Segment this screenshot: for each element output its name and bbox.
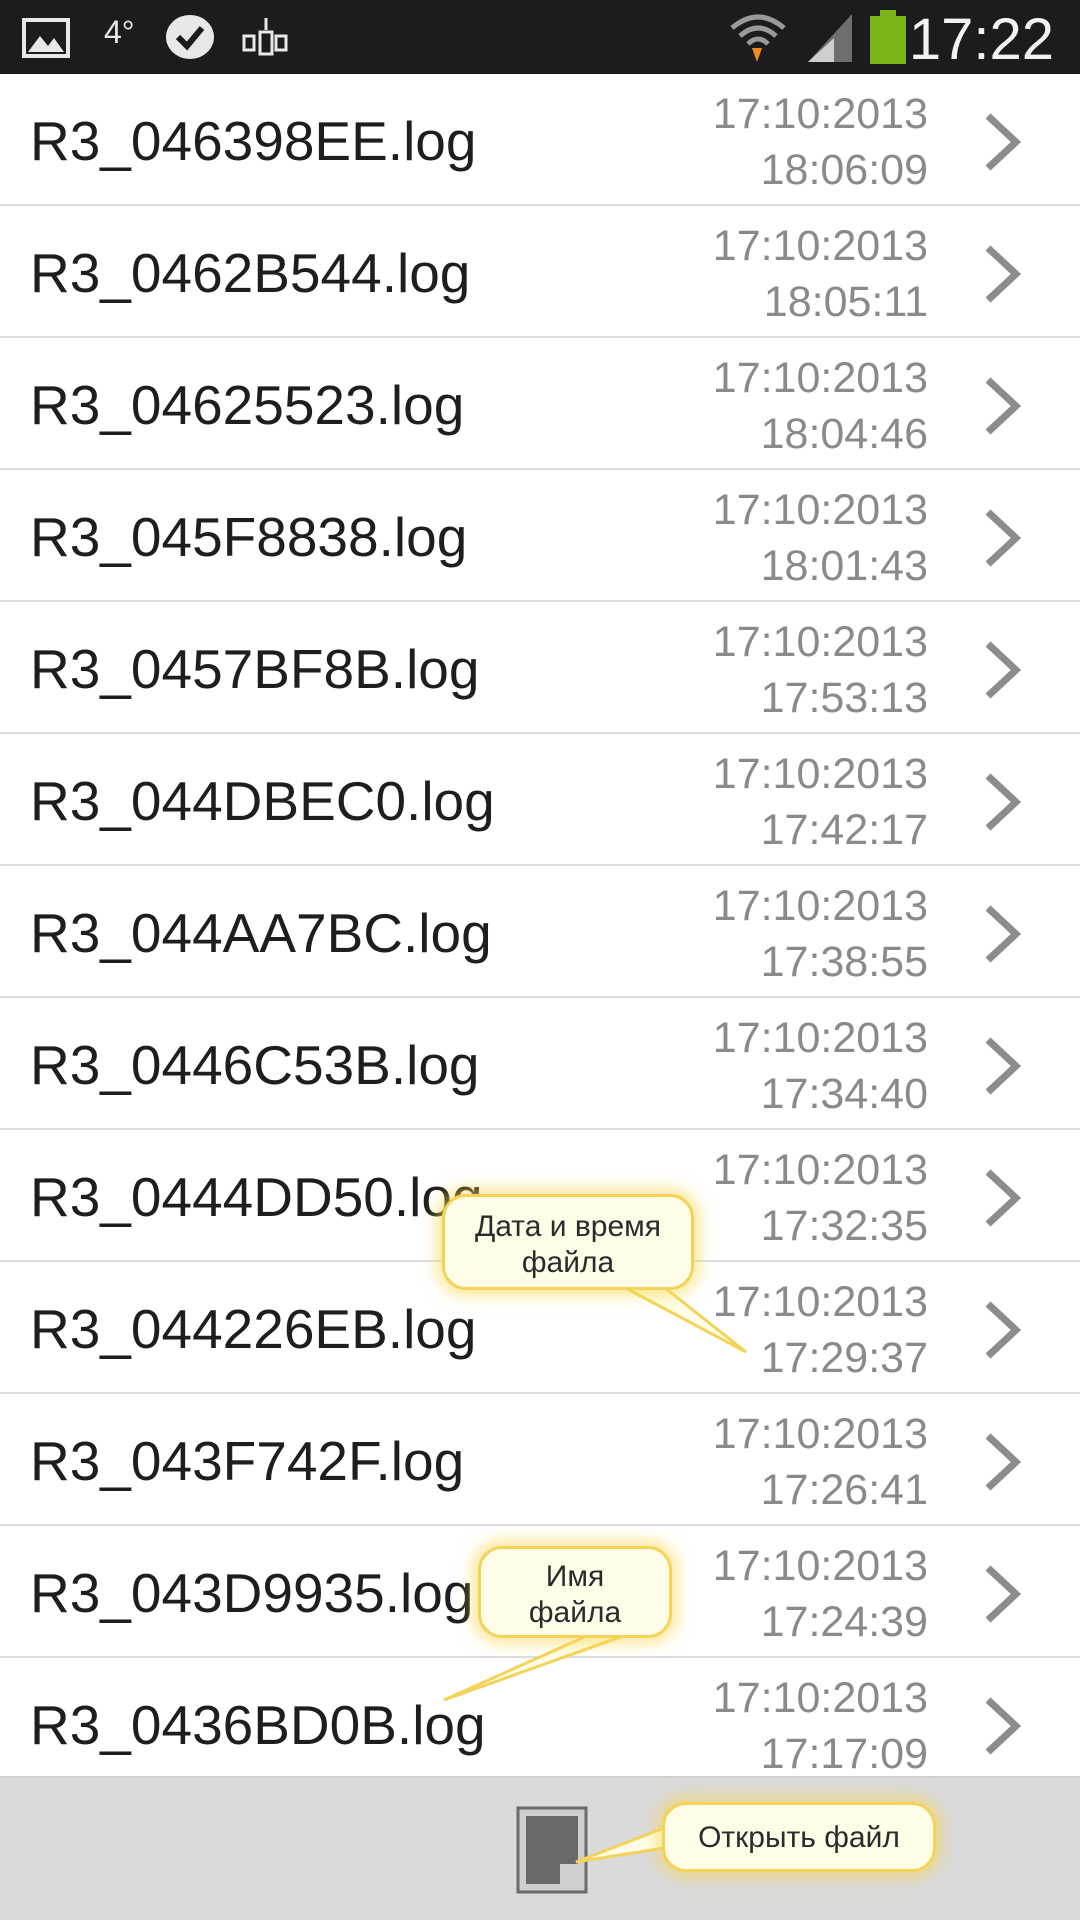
battery-icon [870,10,906,64]
filename-callout: Имя файла [478,1546,672,1638]
check-icon [166,15,214,59]
file-date: 17:10:2013 [712,486,928,534]
chevron-right-icon [985,509,1022,567]
status-bar: 4° 17:22 [0,0,1080,74]
file-row[interactable]: R3_0446C53B.log 17:10:2013 17:34:40 [0,998,1080,1130]
file-time: 17:42:17 [760,806,928,854]
file-row[interactable]: R3_045F8838.log 17:10:2013 18:01:43 [0,470,1080,602]
callout-text: Имя [545,1560,605,1593]
service-icon [242,18,288,56]
file-name: R3_0462B544.log [30,242,471,304]
open-file-button[interactable] [516,1806,588,1894]
file-datetime: 17:10:2013 18:01:43 [713,482,928,594]
file-datetime: 17:10:2013 17:17:09 [713,1670,928,1782]
file-datetime: 17:10:2013 18:04:46 [713,350,928,462]
file-list: R3_046398EE.log 17:10:2013 18:06:09 R3_0462… [0,74,1080,1790]
file-time: 17:17:09 [760,1730,928,1778]
file-row[interactable]: R3_046398EE.log 17:10:2013 18:06:09 [0,74,1080,206]
chevron-right-icon [985,1169,1022,1227]
file-name: R3_04625523.log [30,374,465,436]
file-time: 17:29:37 [760,1334,928,1382]
file-time: 17:53:13 [760,674,928,722]
file-time: 18:04:46 [760,410,928,458]
file-name: R3_045F8838.log [30,506,468,568]
file-row[interactable]: R3_043F742F.log 17:10:2013 17:26:41 [0,1394,1080,1526]
image-icon [22,18,70,58]
file-row[interactable]: R3_0462B544.log 17:10:2013 18:05:11 [0,206,1080,338]
chevron-right-icon [985,641,1022,699]
file-datetime: 17:10:2013 17:29:37 [713,1274,928,1386]
file-date: 17:10:2013 [712,1410,928,1458]
file-time: 17:24:39 [760,1598,928,1646]
file-row[interactable]: R3_044AA7BC.log 17:10:2013 17:38:55 [0,866,1080,998]
file-time: 17:38:55 [760,938,928,986]
status-clock: 17:22 [908,7,1054,72]
file-date: 17:10:2013 [712,1278,928,1326]
chevron-right-icon [985,773,1022,831]
file-datetime: 17:10:2013 17:34:40 [713,1010,928,1122]
file-name: R3_044AA7BC.log [30,902,492,964]
file-datetime: 17:10:2013 18:06:09 [713,86,928,198]
file-time: 18:01:43 [760,542,928,590]
datetime-callout: Дата и время файла [442,1194,694,1290]
file-row[interactable]: R3_044DBEC0.log 17:10:2013 17:42:17 [0,734,1080,866]
file-date: 17:10:2013 [712,222,928,270]
file-date: 17:10:2013 [712,1542,928,1590]
callout-text: файла [521,1246,615,1279]
file-date: 17:10:2013 [712,354,928,402]
file-row[interactable]: R3_0436BD0B.log 17:10:2013 17:17:09 [0,1658,1080,1790]
file-datetime: 17:10:2013 17:38:55 [713,878,928,990]
chevron-right-icon [985,905,1022,963]
file-date: 17:10:2013 [712,1146,928,1194]
callout-text: файла [528,1596,622,1629]
chevron-right-icon [985,1433,1022,1491]
file-row[interactable]: R3_0457BF8B.log 17:10:2013 17:53:13 [0,602,1080,734]
chevron-right-icon [985,113,1022,171]
file-datetime: 17:10:2013 17:32:35 [713,1142,928,1254]
file-name: R3_043D9935.log [30,1562,474,1624]
file-date: 17:10:2013 [712,618,928,666]
chevron-right-icon [985,1301,1022,1359]
chevron-right-icon [985,245,1022,303]
chevron-right-icon [985,1565,1022,1623]
file-datetime: 17:10:2013 17:26:41 [713,1406,928,1518]
file-datetime: 17:10:2013 18:05:11 [713,218,928,330]
open-file-callout: Открыть файл [662,1802,936,1872]
wifi-icon [730,14,786,62]
file-datetime: 17:10:2013 17:42:17 [713,746,928,858]
file-name: R3_043F742F.log [30,1430,465,1492]
file-name: R3_044226EB.log [30,1298,477,1360]
chevron-right-icon [985,377,1022,435]
file-time: 17:26:41 [760,1466,928,1514]
file-time: 17:34:40 [760,1070,928,1118]
file-time: 18:06:09 [760,146,928,194]
file-date: 17:10:2013 [712,1674,928,1722]
file-name: R3_046398EE.log [30,110,477,172]
file-name: R3_0436BD0B.log [30,1694,486,1756]
file-date: 17:10:2013 [712,1014,928,1062]
file-row[interactable]: R3_04625523.log 17:10:2013 18:04:46 [0,338,1080,470]
file-name: R3_044DBEC0.log [30,770,495,832]
file-time: 17:32:35 [760,1202,928,1250]
file-time: 18:05:11 [763,278,928,326]
temperature-text: 4° [104,14,135,50]
file-name: R3_0444DD50.log [30,1166,483,1228]
callout-text: Дата и время [474,1210,662,1243]
chevron-right-icon [985,1037,1022,1095]
callout-text: Открыть файл [698,1821,900,1854]
signal-icon [808,14,852,62]
file-date: 17:10:2013 [712,90,928,138]
chevron-right-icon [985,1697,1022,1755]
file-datetime: 17:10:2013 17:24:39 [713,1538,928,1650]
file-date: 17:10:2013 [712,882,928,930]
file-date: 17:10:2013 [712,750,928,798]
file-name: R3_0457BF8B.log [30,638,480,700]
file-datetime: 17:10:2013 17:53:13 [713,614,928,726]
file-name: R3_0446C53B.log [30,1034,480,1096]
